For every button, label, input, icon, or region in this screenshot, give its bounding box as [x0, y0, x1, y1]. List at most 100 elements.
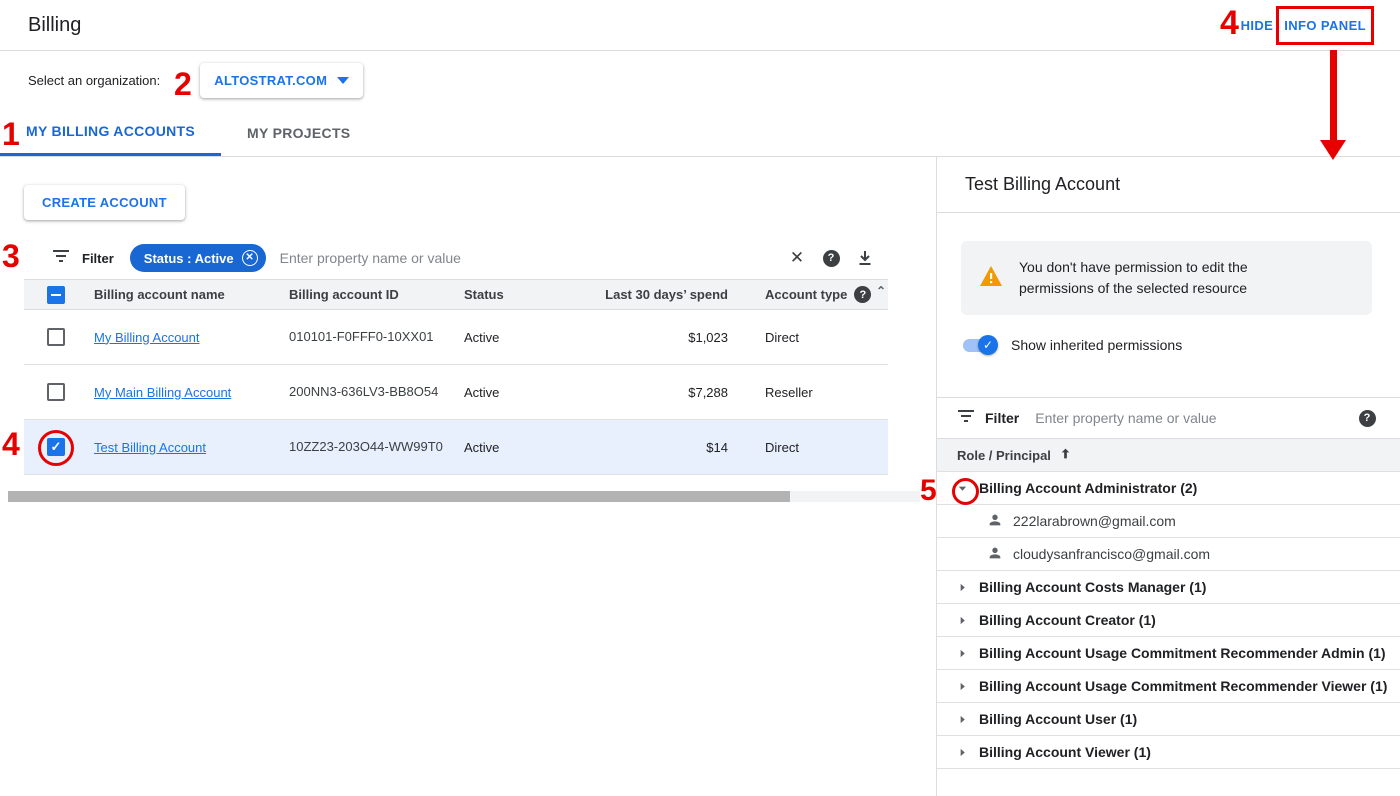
account-spend: $1,023 — [574, 330, 739, 345]
info-panel: Test Billing Account You don't have perm… — [936, 157, 1400, 796]
row-checkbox-checked[interactable]: ✓ — [47, 438, 65, 456]
role-principal-header[interactable]: Role / Principal — [937, 439, 1400, 472]
person-icon — [987, 545, 1003, 564]
table-row[interactable]: My Main Billing Account 200NN3-636LV3-BB… — [24, 365, 888, 420]
table-row-selected[interactable]: ✓ Test Billing Account 10ZZ23-203O44-WW9… — [24, 420, 888, 475]
top-header: Billing HIDE INFO PANEL — [0, 0, 1400, 51]
show-inherited-toggle[interactable]: ✓ — [963, 339, 995, 352]
warning-icon — [979, 265, 1003, 292]
person-icon — [987, 512, 1003, 531]
download-icon[interactable] — [848, 241, 882, 275]
chevron-right-icon[interactable] — [957, 714, 979, 725]
sort-caret-icon[interactable]: ⌃ — [876, 284, 886, 298]
role-row[interactable]: Billing Account Costs Manager (1) — [937, 571, 1400, 604]
chevron-right-icon[interactable] — [957, 681, 979, 692]
row-checkbox[interactable] — [47, 328, 65, 346]
role-name: Billing Account Administrator (2) — [979, 480, 1197, 496]
role-row[interactable]: Billing Account Usage Commitment Recomme… — [937, 637, 1400, 670]
tab-my-projects[interactable]: MY PROJECTS — [221, 109, 376, 156]
row-checkbox[interactable] — [47, 383, 65, 401]
status-active-chip[interactable]: Status : Active ✕ — [130, 244, 266, 272]
clear-filter-icon[interactable]: ✕ — [780, 241, 814, 275]
filter-label: Filter — [82, 251, 114, 266]
chip-remove-icon[interactable]: ✕ — [242, 250, 258, 266]
panel-filter-bar: Filter ? — [937, 397, 1400, 439]
help-icon[interactable]: ? — [814, 241, 848, 275]
account-type: Direct — [739, 440, 888, 455]
select-all-checkbox[interactable] — [47, 286, 65, 304]
role-row[interactable]: Billing Account Usage Commitment Recomme… — [937, 670, 1400, 703]
account-link[interactable]: My Main Billing Account — [94, 385, 231, 400]
role-row[interactable]: Billing Account Viewer (1) — [937, 736, 1400, 769]
filter-input[interactable] — [280, 250, 780, 266]
toggle-thumb: ✓ — [978, 335, 998, 355]
chevron-down-icon — [337, 77, 349, 84]
info-panel-label: INFO PANEL — [1276, 6, 1374, 45]
col-header-name[interactable]: Billing account name — [94, 287, 289, 302]
warning-text: You don't have permission to edit the pe… — [1019, 257, 1319, 299]
org-dropdown-value: ALTOSTRAT.COM — [214, 73, 327, 88]
col-header-status[interactable]: Status — [464, 287, 574, 302]
member-email: 222larabrown@gmail.com — [1013, 513, 1176, 529]
role-name: Billing Account Viewer (1) — [979, 744, 1151, 760]
role-name: Billing Account User (1) — [979, 711, 1137, 727]
account-spend: $14 — [574, 440, 739, 455]
permission-warning: You don't have permission to edit the pe… — [961, 241, 1372, 315]
role-name: Billing Account Usage Commitment Recomme… — [979, 678, 1387, 694]
table-row[interactable]: My Billing Account 010101-F0FFF0-10XX01 … — [24, 310, 888, 365]
horizontal-scrollbar[interactable] — [8, 491, 920, 502]
member-row[interactable]: cloudysanfrancisco@gmail.com — [937, 538, 1400, 571]
role-row-administrator[interactable]: Billing Account Administrator (2) — [937, 472, 1400, 505]
filter-icon — [52, 249, 70, 268]
chevron-right-icon[interactable] — [957, 582, 979, 593]
tab-bar: MY BILLING ACCOUNTS MY PROJECTS — [0, 109, 1400, 157]
role-row[interactable]: Billing Account User (1) — [937, 703, 1400, 736]
page-title: Billing — [28, 14, 81, 37]
tab-my-billing-accounts[interactable]: MY BILLING ACCOUNTS — [0, 109, 221, 156]
account-link[interactable]: Test Billing Account — [94, 440, 206, 455]
hide-info-panel-button[interactable]: HIDE INFO PANEL — [1241, 6, 1374, 45]
col-header-id[interactable]: Billing account ID — [289, 285, 464, 305]
table-header-row: Billing account name Billing account ID … — [24, 280, 888, 310]
org-dropdown[interactable]: ALTOSTRAT.COM — [200, 63, 363, 98]
create-account-button[interactable]: CREATE ACCOUNT — [24, 185, 185, 220]
panel-filter-input[interactable] — [1035, 410, 1350, 426]
col-header-type[interactable]: Account type ? — [739, 286, 888, 303]
role-name: Billing Account Usage Commitment Recomme… — [979, 645, 1386, 661]
accounts-content: CREATE ACCOUNT Filter Status : Active ✕ … — [0, 157, 936, 796]
billing-page: Billing HIDE INFO PANEL Select an organi… — [0, 0, 1400, 796]
role-row[interactable]: Billing Account Creator (1) — [937, 604, 1400, 637]
filter-icon — [957, 409, 975, 428]
account-type: Reseller — [739, 385, 888, 400]
account-id: 010101-F0FFF0-10XX01 — [289, 327, 464, 347]
inherited-permissions-row: ✓ Show inherited permissions — [963, 337, 1400, 353]
chip-label: Status : Active — [144, 251, 234, 266]
sort-asc-icon — [1059, 447, 1072, 463]
org-selector-row: Select an organization: ALTOSTRAT.COM — [0, 51, 1400, 109]
help-icon[interactable]: ? — [1350, 401, 1384, 435]
account-link[interactable]: My Billing Account — [94, 330, 200, 345]
info-panel-title: Test Billing Account — [937, 157, 1400, 213]
account-spend: $7,288 — [574, 385, 739, 400]
account-id: 10ZZ23-203O44-WW99T0 — [289, 437, 464, 457]
chevron-right-icon[interactable] — [957, 615, 979, 626]
hide-label: HIDE — [1241, 18, 1274, 33]
member-email: cloudysanfrancisco@gmail.com — [1013, 546, 1210, 562]
filter-label: Filter — [985, 410, 1019, 426]
scrollbar-thumb[interactable] — [8, 491, 790, 502]
org-selector-label: Select an organization: — [28, 73, 160, 88]
member-row[interactable]: 222larabrown@gmail.com — [937, 505, 1400, 538]
role-name: Billing Account Creator (1) — [979, 612, 1156, 628]
account-type-help-icon[interactable]: ? — [854, 286, 871, 303]
chevron-right-icon[interactable] — [957, 648, 979, 659]
account-type: Direct — [739, 330, 888, 345]
col-header-spend[interactable]: Last 30 days’ spend — [574, 287, 739, 302]
accounts-filter-bar: Filter Status : Active ✕ ✕ ? — [24, 237, 888, 280]
account-status: Active — [464, 330, 574, 345]
main-area: CREATE ACCOUNT Filter Status : Active ✕ … — [0, 157, 1400, 796]
chevron-down-icon[interactable] — [957, 483, 979, 494]
billing-accounts-table: Billing account name Billing account ID … — [24, 280, 888, 475]
account-id: 200NN3-636LV3-BB8O54 — [289, 382, 464, 402]
role-name: Billing Account Costs Manager (1) — [979, 579, 1206, 595]
chevron-right-icon[interactable] — [957, 747, 979, 758]
